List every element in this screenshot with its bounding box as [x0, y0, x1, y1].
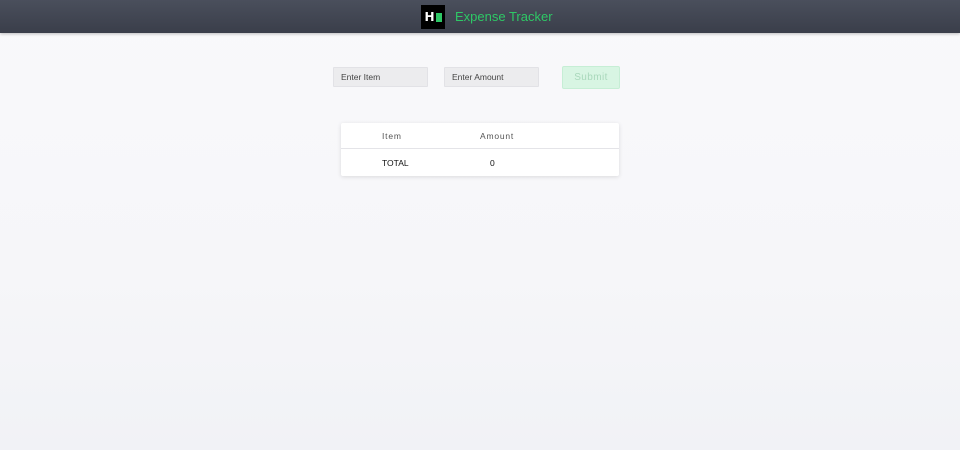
app-title: Expense Tracker	[455, 9, 553, 24]
table-header-row: Item Amount	[341, 123, 619, 149]
item-input[interactable]	[333, 67, 428, 87]
total-label: TOTAL	[382, 158, 409, 168]
logo-letter: H	[424, 10, 435, 24]
amount-input[interactable]	[444, 67, 539, 87]
total-value: 0	[490, 158, 495, 168]
column-header-amount: Amount	[480, 131, 515, 141]
brand-logo-icon: H	[421, 5, 445, 29]
submit-button[interactable]: Submit	[562, 66, 620, 89]
top-header: H Expense Tracker	[0, 0, 960, 33]
table-total-row: TOTAL 0	[341, 150, 619, 176]
logo-green-block	[435, 12, 442, 22]
column-header-item: Item	[382, 131, 402, 141]
expense-table: Item Amount TOTAL 0	[341, 123, 619, 176]
